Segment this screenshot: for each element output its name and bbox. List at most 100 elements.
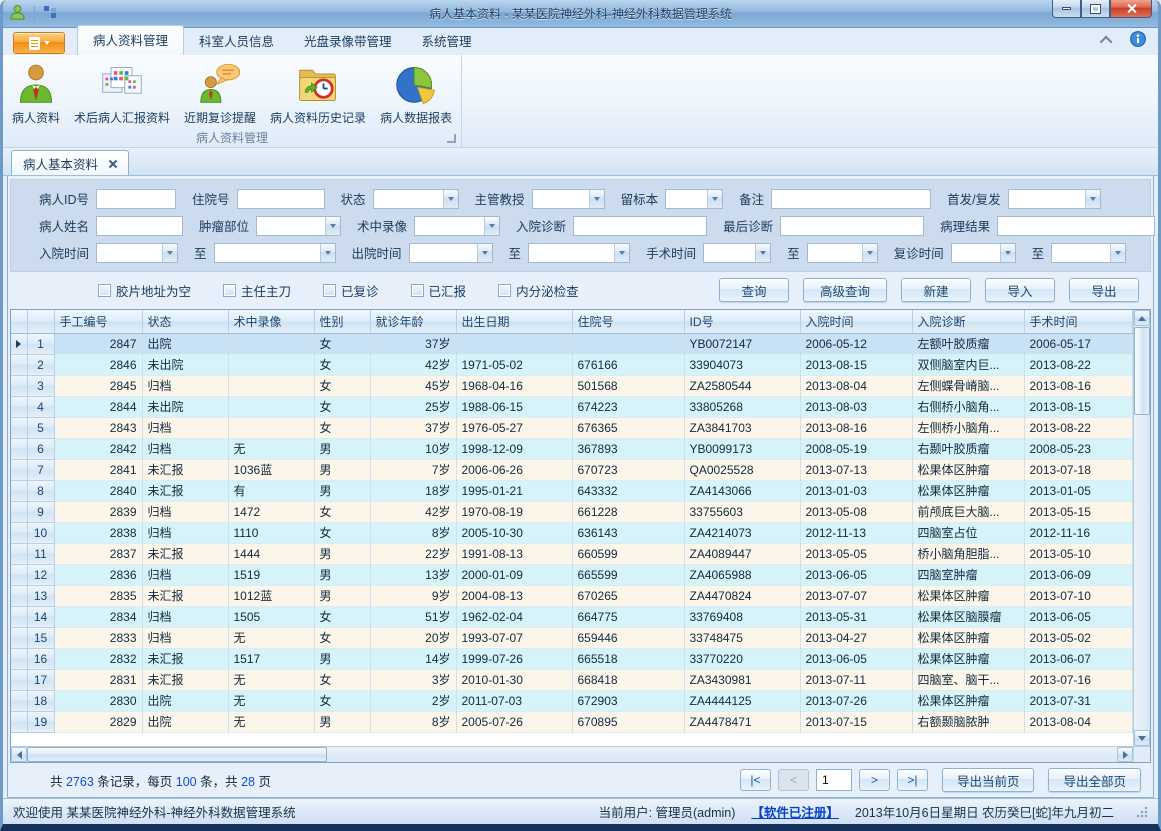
grid-cell[interactable]: 未出院	[142, 354, 228, 375]
grid-cell[interactable]: 2008-05-23	[1024, 438, 1133, 459]
grid-cell[interactable]: 670895	[572, 711, 684, 732]
grid-cell[interactable]: 42岁	[370, 501, 456, 522]
grid-cell[interactable]: 无	[228, 669, 314, 690]
scroll-down-icon[interactable]	[1134, 730, 1150, 746]
export-all-pages-button[interactable]: 导出全部页	[1048, 768, 1141, 792]
grid-cell[interactable]: 2013-08-04	[1024, 711, 1133, 732]
search-field-input[interactable]	[997, 216, 1155, 236]
grid-cell[interactable]: 636143	[572, 522, 684, 543]
column-header[interactable]: 出生日期	[456, 310, 572, 333]
horizontal-scroll-track[interactable]	[327, 747, 1117, 762]
filter-checkbox[interactable]: 胶片地址为空	[98, 281, 191, 300]
grid-cell[interactable]: 2013-05-15	[1024, 501, 1133, 522]
export-current-page-button[interactable]: 导出当前页	[942, 768, 1035, 792]
grid-cell[interactable]: 33770220	[684, 648, 800, 669]
combo-dropdown-icon[interactable]	[477, 244, 492, 262]
scroll-up-icon[interactable]	[1134, 310, 1150, 326]
grid-cell[interactable]: 无	[228, 690, 314, 711]
grid-cell[interactable]: 33904073	[684, 354, 800, 375]
grid-cell[interactable]: 2839	[54, 501, 142, 522]
grid-cell[interactable]: 2844	[54, 396, 142, 417]
grid-cell[interactable]: 670723	[572, 459, 684, 480]
column-header[interactable]: 入院诊断	[912, 310, 1024, 333]
horizontal-scroll-thumb[interactable]	[27, 747, 327, 762]
search-field-combo[interactable]	[373, 189, 459, 209]
prev-page-button[interactable]: <	[778, 769, 809, 791]
ribbon-button[interactable]: 病人资料历史记录	[263, 58, 373, 128]
grid-cell[interactable]: 1517	[228, 648, 314, 669]
grid-cell[interactable]: 2013-01-05	[1024, 480, 1133, 501]
search-field-combo[interactable]	[214, 243, 336, 263]
grid-cell[interactable]: 有	[228, 480, 314, 501]
grid-cell[interactable]: 归档	[142, 606, 228, 627]
grid-cell[interactable]: 643332	[572, 480, 684, 501]
table-row[interactable]: 152833归档无女20岁1993-07-0765944633748475201…	[11, 627, 1133, 648]
ribbon-tab[interactable]: 科室人员信息	[184, 26, 289, 55]
grid-cell[interactable]: 男	[314, 438, 370, 459]
grid-cell[interactable]: 无	[228, 627, 314, 648]
grid-cell[interactable]: 25岁	[370, 396, 456, 417]
grid-cell[interactable]: 1970-08-19	[456, 501, 572, 522]
grid-cell[interactable]: 男	[314, 711, 370, 732]
grid-cell[interactable]: 37岁	[370, 417, 456, 438]
grid-cell[interactable]: YB0099173	[684, 438, 800, 459]
minimize-button[interactable]	[1052, 0, 1081, 18]
search-field-combo[interactable]	[414, 216, 500, 236]
table-row[interactable]: 132835未汇报1012蓝男9岁2004-08-13670265ZA44708…	[11, 585, 1133, 606]
filter-checkbox[interactable]: 已复诊	[323, 281, 379, 300]
grid-cell[interactable]: 1995-01-21	[456, 480, 572, 501]
grid-cell[interactable]: 2005-07-26	[456, 711, 572, 732]
grid-cell[interactable]: 8岁	[370, 711, 456, 732]
combo-dropdown-icon[interactable]	[1085, 190, 1100, 208]
grid-cell[interactable]: 1110	[228, 522, 314, 543]
grid-cell[interactable]: 左侧桥小脑角...	[912, 417, 1024, 438]
table-row[interactable]: 52843归档女37岁1976-05-27676365ZA38417032013…	[11, 417, 1133, 438]
search-field-combo[interactable]	[256, 216, 341, 236]
grid-cell[interactable]: 661228	[572, 501, 684, 522]
grid-cell[interactable]: 松果体区肿瘤	[912, 585, 1024, 606]
action-button[interactable]: 高级查询	[803, 278, 887, 302]
grid-cell[interactable]: 2834	[54, 606, 142, 627]
grid-cell[interactable]: 未汇报	[142, 669, 228, 690]
action-button[interactable]: 查询	[719, 278, 789, 302]
grid-cell[interactable]: 女	[314, 375, 370, 396]
grid-cell[interactable]: 2013-07-07	[800, 585, 912, 606]
ribbon-button[interactable]: 病人资料	[5, 58, 67, 128]
grid-cell[interactable]: 659446	[572, 627, 684, 648]
combo-dropdown-icon[interactable]	[1000, 244, 1015, 262]
grid-cell[interactable]: 右侧桥小脑角...	[912, 396, 1024, 417]
vertical-scroll-thumb[interactable]	[1134, 327, 1150, 415]
grid-cell[interactable]: 2013-06-05	[800, 648, 912, 669]
grid-cell[interactable]: ZA4214073	[684, 522, 800, 543]
grid-cell[interactable]: 42岁	[370, 354, 456, 375]
grid-cell[interactable]: 1993-07-07	[456, 627, 572, 648]
grid-cell[interactable]: 665518	[572, 648, 684, 669]
search-field-input[interactable]	[96, 189, 176, 209]
grid-cell[interactable]: 男	[314, 543, 370, 564]
search-field-combo[interactable]	[665, 189, 723, 209]
search-field-combo[interactable]	[1051, 243, 1126, 263]
column-header[interactable]: 状态	[142, 310, 228, 333]
grid-cell[interactable]: 出院	[142, 333, 228, 354]
grid-cell[interactable]: 2013-07-18	[1024, 459, 1133, 480]
grid-cell[interactable]: 2835	[54, 585, 142, 606]
grid-cell[interactable]: 2006-06-26	[456, 459, 572, 480]
grid-cell[interactable]	[228, 333, 314, 354]
grid-cell[interactable]: 1998-12-09	[456, 438, 572, 459]
grid-cell[interactable]: 出院	[142, 690, 228, 711]
quick-access-icon[interactable]	[43, 5, 57, 22]
column-header[interactable]: 术中录像	[228, 310, 314, 333]
grid-cell[interactable]: 2829	[54, 711, 142, 732]
grid-cell[interactable]: 1999-07-26	[456, 648, 572, 669]
search-field-combo[interactable]	[807, 243, 878, 263]
ribbon-tab[interactable]: 系统管理	[407, 26, 487, 55]
grid-cell[interactable]: ZA3841703	[684, 417, 800, 438]
grid-cell[interactable]: 2013-07-15	[800, 711, 912, 732]
grid-cell[interactable]: 2011-07-03	[456, 690, 572, 711]
table-row[interactable]: 72841未汇报1036蓝男7岁2006-06-26670723QA002552…	[11, 459, 1133, 480]
grid-cell[interactable]: 2013-04-27	[800, 627, 912, 648]
grid-cell[interactable]: 1472	[228, 501, 314, 522]
grid-cell[interactable]: 松果体区肿瘤	[912, 480, 1024, 501]
grid-cell[interactable]: 松果体区脑膜瘤	[912, 606, 1024, 627]
dialog-launcher-icon[interactable]	[447, 134, 456, 143]
